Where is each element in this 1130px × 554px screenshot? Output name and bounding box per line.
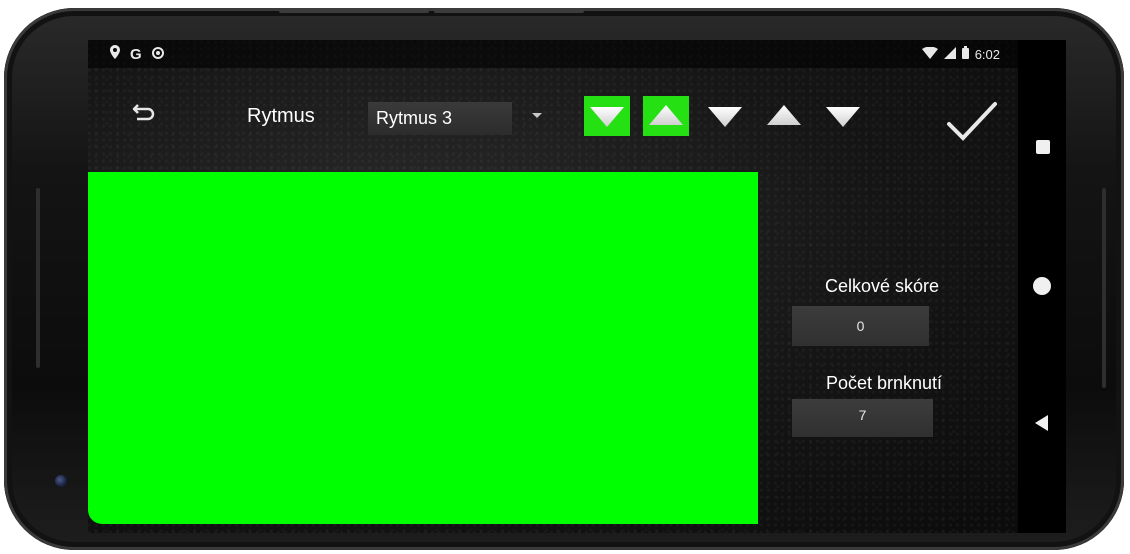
app-screen: G 6:02 Rytmus Rytmus 3 Celkové skóre 0 P…	[88, 40, 1018, 533]
dropdown-arrow-icon[interactable]	[532, 113, 542, 118]
strum-count-label: Počet brnknutí	[825, 373, 943, 393]
home-circle-icon[interactable]	[1033, 277, 1051, 295]
checkmark-icon[interactable]	[945, 98, 999, 146]
rhythm-title: Rytmus	[247, 105, 315, 127]
recents-square-icon[interactable]	[1036, 140, 1050, 154]
strum-up-button-2[interactable]	[761, 96, 807, 136]
rhythm-select[interactable]: Rytmus 3	[368, 102, 512, 135]
triangle-down-icon	[708, 107, 742, 127]
volume-button	[279, 8, 429, 13]
triangle-up-icon	[649, 105, 683, 125]
strum-up-button-1[interactable]	[643, 96, 689, 136]
speaker-grille-right	[1102, 188, 1106, 388]
total-score-field: 0	[792, 306, 929, 346]
return-arrow-icon[interactable]	[128, 96, 162, 130]
strum-down-button-3[interactable]	[820, 96, 866, 136]
location-pin-icon	[110, 45, 120, 63]
power-button	[434, 8, 584, 13]
signal-icon	[943, 46, 956, 62]
strum-down-button-2[interactable]	[702, 96, 748, 136]
battery-icon	[961, 46, 969, 62]
clock: 6:02	[974, 46, 1000, 62]
total-score-label: Celkové skóre	[824, 276, 940, 296]
triangle-down-icon	[590, 107, 624, 127]
back-triangle-icon[interactable]	[1035, 415, 1048, 431]
speaker-grille-left	[36, 188, 40, 368]
circle-record-icon	[151, 46, 164, 63]
triangle-down-icon	[826, 107, 860, 127]
front-camera	[55, 475, 67, 487]
wifi-icon	[921, 46, 938, 62]
strum-down-button-1[interactable]	[584, 96, 630, 136]
google-g-icon: G	[130, 45, 142, 63]
triangle-up-icon	[767, 105, 801, 125]
status-bar: G 6:02	[88, 40, 1018, 68]
strum-count-field: 7	[792, 399, 933, 437]
rhythm-display-panel[interactable]	[88, 172, 758, 524]
